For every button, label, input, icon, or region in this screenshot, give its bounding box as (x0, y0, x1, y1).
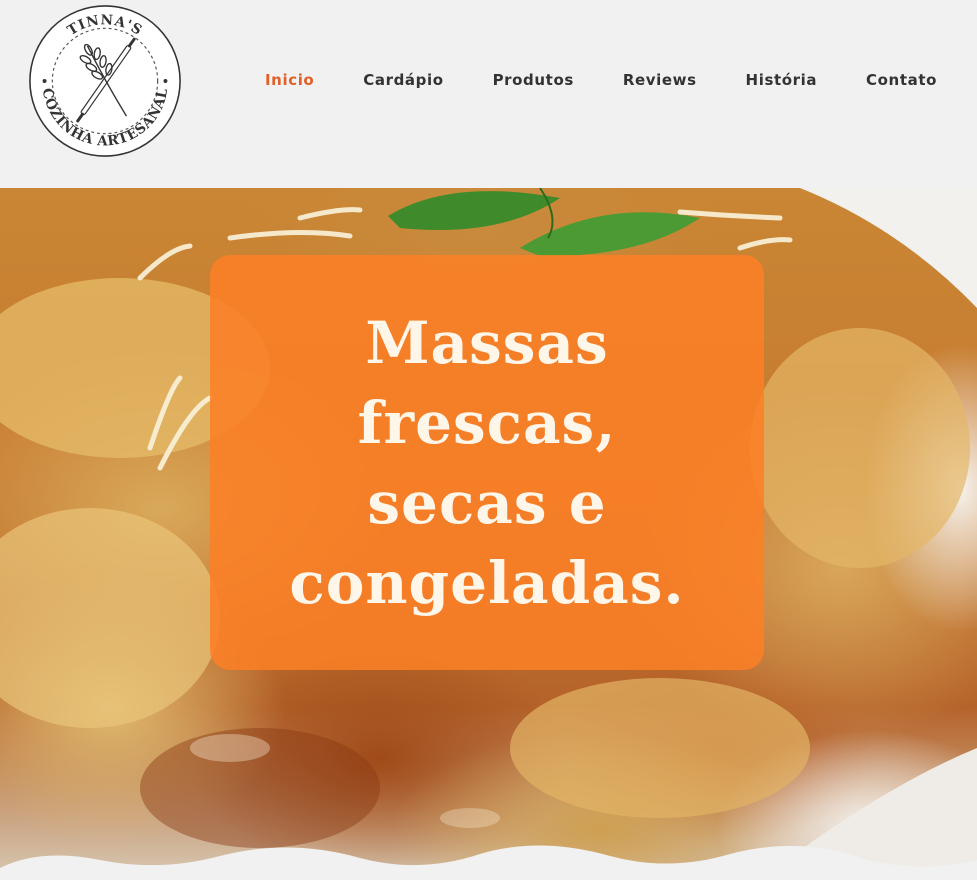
basil-leaf-decoration (388, 188, 700, 257)
headline-line: frescas, (357, 388, 617, 457)
nav-item-contato[interactable]: Contato (866, 71, 937, 89)
nav-item-reviews[interactable]: Reviews (623, 71, 697, 89)
wave-divider (0, 845, 977, 880)
headline-line: Massas (365, 308, 609, 377)
hero-headline: Massas frescas, secas e congeladas. (277, 303, 696, 623)
site-header: TINNA'S COZINHA ARTESANAL Inicio Cardápi… (0, 0, 977, 188)
logo-seal: TINNA'S COZINHA ARTESANAL (29, 5, 181, 157)
headline-card: Massas frescas, secas e congeladas. (210, 255, 764, 670)
hero-banner: Massas frescas, secas e congeladas. (0, 188, 977, 880)
headline-line: secas e (367, 468, 607, 537)
nav-item-cardapio[interactable]: Cardápio (363, 71, 443, 89)
nav-item-historia[interactable]: História (746, 71, 818, 89)
main-nav: Inicio Cardápio Produtos Reviews Históri… (265, 66, 937, 94)
brand-logo[interactable]: TINNA'S COZINHA ARTESANAL (26, 3, 184, 159)
nav-item-produtos[interactable]: Produtos (493, 71, 574, 89)
nav-item-inicio[interactable]: Inicio (265, 71, 314, 89)
headline-line: congeladas. (289, 548, 685, 617)
